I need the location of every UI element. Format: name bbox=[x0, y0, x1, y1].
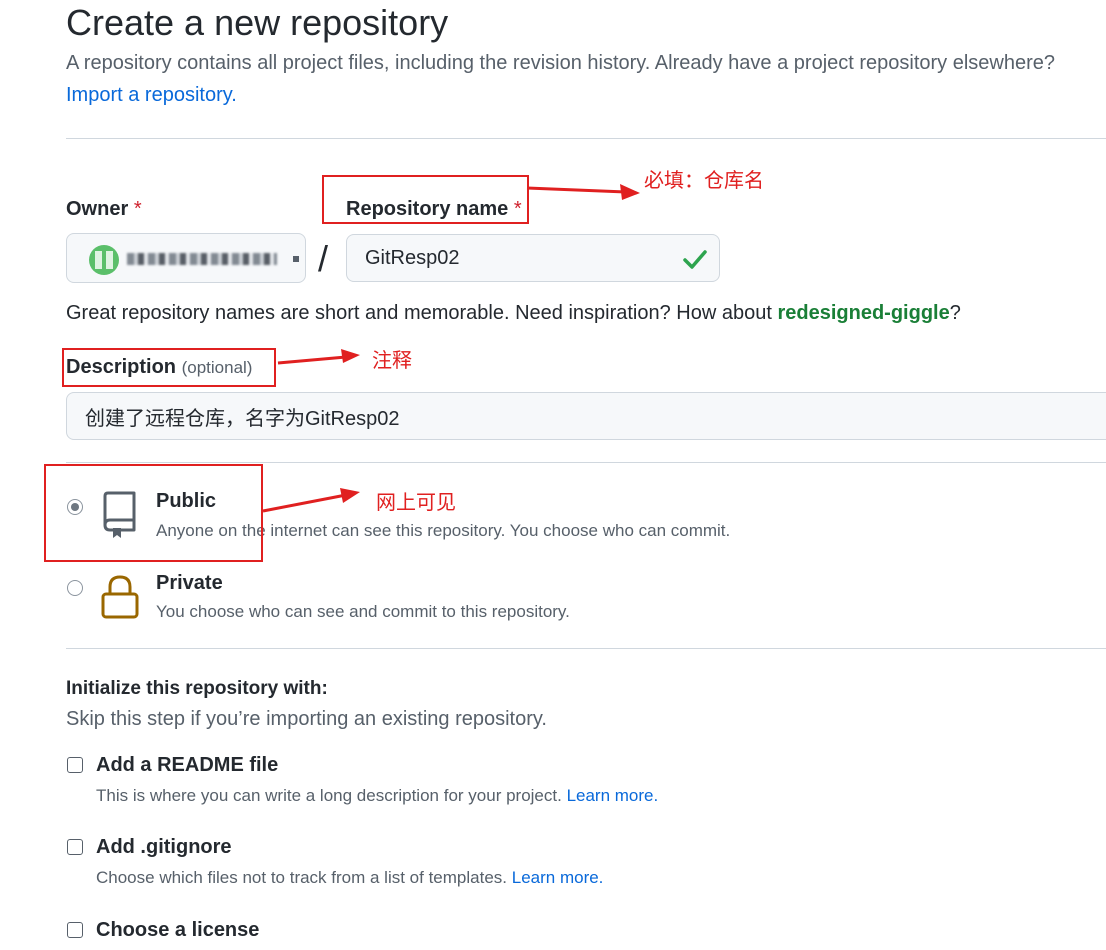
description-annotation: 注释 bbox=[372, 348, 412, 372]
description-arrow-icon bbox=[277, 349, 360, 365]
public-arrow-icon bbox=[262, 488, 360, 513]
repo-name-annotation: 必填：仓库名 bbox=[644, 168, 764, 192]
repo-name-arrow-icon bbox=[526, 184, 640, 200]
annotation-arrows bbox=[262, 184, 640, 513]
public-annotation: 网上可见 bbox=[376, 490, 456, 514]
